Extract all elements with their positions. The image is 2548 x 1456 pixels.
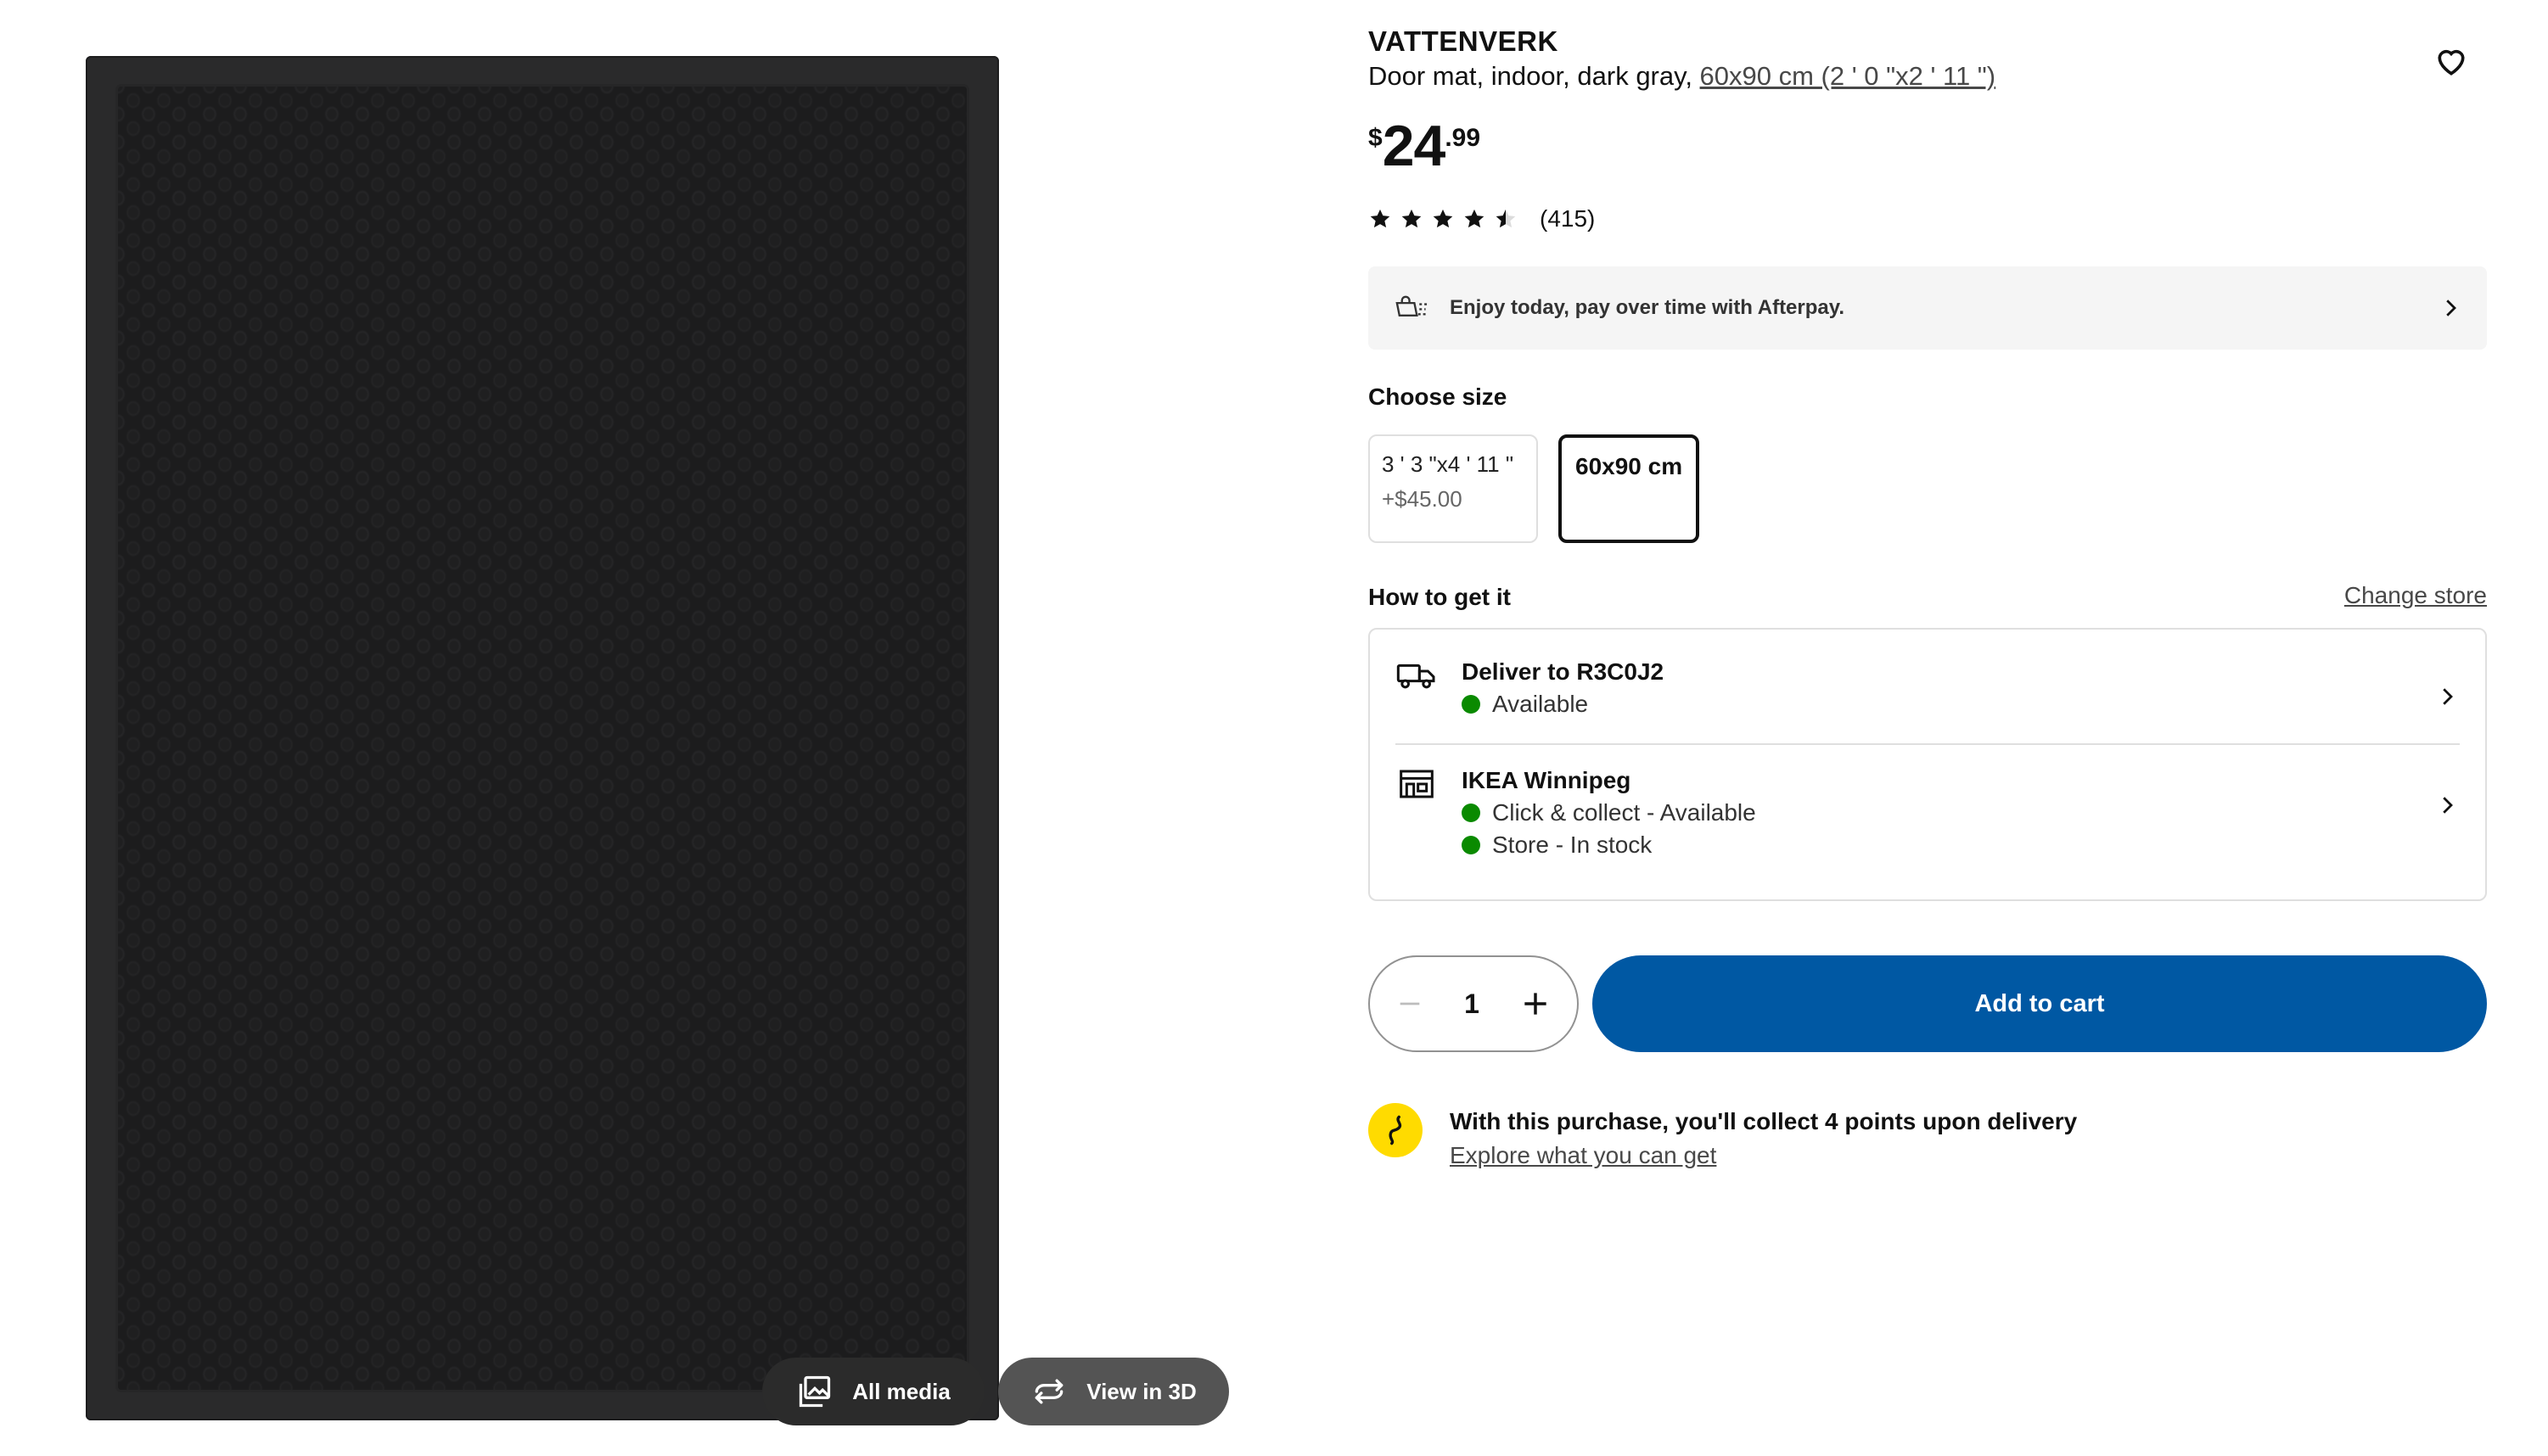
- delivery-details: Deliver to R3C0J2 Available: [1462, 658, 2434, 718]
- price-cents: .99: [1445, 124, 1481, 152]
- star-full-icon: [1401, 209, 1422, 228]
- click-collect-text: Click & collect - Available: [1492, 799, 1756, 826]
- divider: [1395, 743, 2460, 745]
- plus-icon[interactable]: [1519, 988, 1552, 1020]
- product-rating[interactable]: (415): [1368, 205, 1595, 232]
- size-option-selected[interactable]: 60x90 cm: [1558, 434, 1699, 543]
- price-whole: 24: [1382, 114, 1446, 178]
- how-to-get-it-heading: How to get it: [1368, 584, 1511, 610]
- delivery-option[interactable]: Deliver to R3C0J2 Available: [1395, 658, 2460, 718]
- truck-icon: [1396, 664, 1435, 689]
- product-description: Door mat, indoor, dark gray, 60x90 cm (2…: [1368, 61, 1995, 92]
- rotate-3d-icon: [1035, 1379, 1064, 1404]
- click-collect-status: Click & collect - Available: [1462, 799, 2434, 826]
- in-store-text: Store - In stock: [1492, 832, 1653, 858]
- fulfillment-options: Deliver to R3C0J2 Available IKEA Winnipe…: [1368, 628, 2487, 901]
- star-full-icon: [1464, 209, 1484, 228]
- in-store-status: Store - In stock: [1462, 832, 2434, 859]
- add-to-cart-button[interactable]: Add to cart: [1592, 955, 2487, 1052]
- afterpay-text: Enjoy today, pay over time with Afterpay…: [1450, 296, 1844, 319]
- product-media: All media View in 3D: [0, 0, 1273, 1456]
- size-option-large[interactable]: 3 ' 3 "x4 ' 11 " +$45.00: [1368, 434, 1538, 543]
- price-currency: $: [1368, 124, 1383, 152]
- all-media-label: All media: [852, 1378, 951, 1404]
- product-price: $ 24 .99: [1368, 117, 1480, 175]
- quantity-value[interactable]: 1: [1464, 988, 1479, 1020]
- star-half-icon: [1496, 209, 1516, 228]
- store-title: IKEA Winnipeg: [1462, 767, 1631, 793]
- chevron-right-icon: [2443, 688, 2453, 705]
- loyalty-points-text: With this purchase, you'll collect 4 poi…: [1450, 1108, 2078, 1134]
- store-icon: [1400, 770, 1434, 798]
- chevron-right-icon: [2443, 797, 2453, 814]
- afterpay-banner[interactable]: Enjoy today, pay over time with Afterpay…: [1368, 266, 2487, 350]
- loyalty-badge: [1368, 1103, 1423, 1157]
- delivery-title: Deliver to R3C0J2: [1462, 658, 1664, 685]
- explore-rewards-link[interactable]: Explore what you can get: [1450, 1142, 1716, 1169]
- size-option-label: 60x90 cm: [1575, 453, 1683, 479]
- size-option-label: 3 ' 3 "x4 ' 11 ": [1382, 451, 1514, 477]
- status-available-dot: [1462, 804, 1480, 822]
- favorite-heart-icon[interactable]: [2433, 42, 2470, 80]
- change-store-link[interactable]: Change store: [2344, 582, 2487, 609]
- loyalty-points: With this purchase, you'll collect 4 poi…: [1368, 1103, 2077, 1169]
- choose-size-heading: Choose size: [1368, 384, 1507, 410]
- star-full-icon: [1370, 209, 1390, 228]
- review-count: (415): [1540, 205, 1596, 232]
- size-option-price-diff: +$45.00: [1382, 486, 1462, 512]
- size-link[interactable]: 60x90 cm (2 ' 0 "x2 ' 11 "): [1700, 61, 1996, 91]
- status-available-dot: [1462, 695, 1480, 714]
- minus-icon[interactable]: [1395, 989, 1424, 1018]
- quantity-stepper: 1: [1368, 955, 1579, 1052]
- loyalty-squiggle-icon: [1389, 1115, 1402, 1145]
- rating-stars: [1368, 207, 1518, 231]
- star-full-icon: [1433, 209, 1453, 228]
- product-brand: VATTENVERK: [1368, 25, 1558, 57]
- product-description-text: Door mat, indoor, dark gray,: [1368, 61, 1700, 91]
- gallery-icon: [800, 1375, 831, 1408]
- afterpay-icon: [1395, 295, 1428, 316]
- all-media-button[interactable]: All media: [762, 1358, 985, 1425]
- view-in-3d-button[interactable]: View in 3D: [998, 1358, 1229, 1425]
- chevron-right-icon: [2446, 300, 2456, 316]
- delivery-status: Available: [1462, 691, 2434, 718]
- store-details: IKEA Winnipeg Click & collect - Availabl…: [1462, 767, 2434, 859]
- status-in-stock-dot: [1462, 836, 1480, 854]
- delivery-status-text: Available: [1492, 691, 1589, 717]
- product-image-texture: [118, 87, 967, 1390]
- view-in-3d-label: View in 3D: [1086, 1378, 1197, 1404]
- loyalty-text-block: With this purchase, you'll collect 4 poi…: [1450, 1103, 2077, 1169]
- store-option[interactable]: IKEA Winnipeg Click & collect - Availabl…: [1395, 767, 2460, 859]
- product-image[interactable]: [86, 56, 999, 1420]
